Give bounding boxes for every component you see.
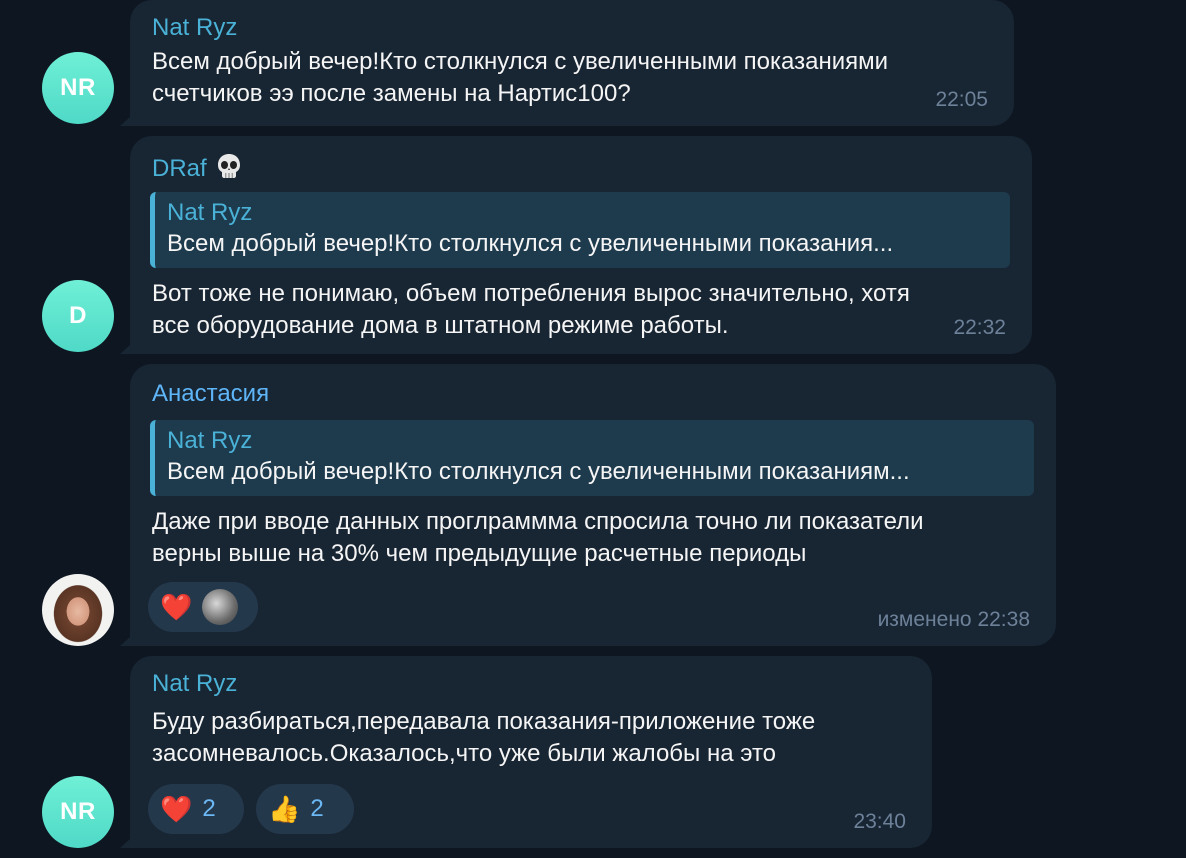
avatar[interactable]: D [42,280,114,352]
message-bubble[interactable]: DRaf Nat Ryz Всем добрый вечер!Кто столк… [120,136,1032,354]
skull-icon [218,154,241,178]
bubble-tail [120,628,140,646]
red-heart-icon: ❤️ [160,793,193,824]
sender-name[interactable]: DRaf [152,152,243,183]
message-text: Буду разбираться,передавала показания-пр… [152,708,816,767]
message-time: изменено 22:38 [877,608,1030,631]
message-time: 22:05 [935,88,988,111]
message-time: 23:40 [853,810,906,833]
reply-sender: Nat Ryz [167,199,253,226]
sender-name[interactable]: Nat Ryz [152,14,237,42]
reply-text: Всем добрый вечер!Кто столкнулся с увели… [167,458,910,485]
reply-quote[interactable]: Nat Ryz Всем добрый вечер!Кто столкнулся… [150,420,1034,496]
avatar[interactable]: NR [42,52,114,124]
message-text: Даже при вводе данных проглраммма спроси… [152,508,924,567]
avatar-initials: NR [60,74,96,101]
message-bubble[interactable]: Nat Ryz Всем добрый вечер!Кто столкнулся… [120,0,1014,126]
reply-sender: Nat Ryz [167,427,253,454]
message-text: Вот тоже не понимаю, объем потребления в… [152,280,910,339]
reaction-count: 2 [310,795,324,822]
message-text: Всем добрый вечер!Кто столкнулся с увели… [152,48,889,107]
reaction-thumbs-up[interactable]: 👍 2 [256,784,354,834]
bubble-tail [120,830,140,848]
sender-name-text: DRaf [152,155,207,182]
message-time: 22:32 [953,316,1006,339]
sender-name[interactable]: Анастасия [152,380,269,408]
red-heart-icon: ❤️ [160,591,193,622]
bubble-tail [120,108,140,126]
message-bubble[interactable]: Анастасия Nat Ryz Всем добрый вечер!Кто … [120,364,1056,646]
reactor-avatar [202,589,239,625]
reaction-heart[interactable]: ❤️ 2 [148,784,244,834]
sender-name[interactable]: Nat Ryz [152,670,237,698]
reply-text: Всем добрый вечер!Кто столкнулся с увели… [167,230,894,257]
avatar[interactable] [42,574,114,646]
avatar[interactable]: NR [42,776,114,848]
reaction-heart[interactable]: ❤️ [148,582,258,632]
avatar-initials: D [69,302,87,329]
thumbs-up-icon: 👍 [268,793,301,824]
reply-quote[interactable]: Nat Ryz Всем добрый вечер!Кто столкнулся… [150,192,1010,268]
reaction-count: 2 [202,795,216,822]
bubble-tail [120,336,140,354]
avatar-initials: NR [60,798,96,825]
message-bubble[interactable]: Nat Ryz Буду разбираться,передавала пока… [120,656,932,848]
